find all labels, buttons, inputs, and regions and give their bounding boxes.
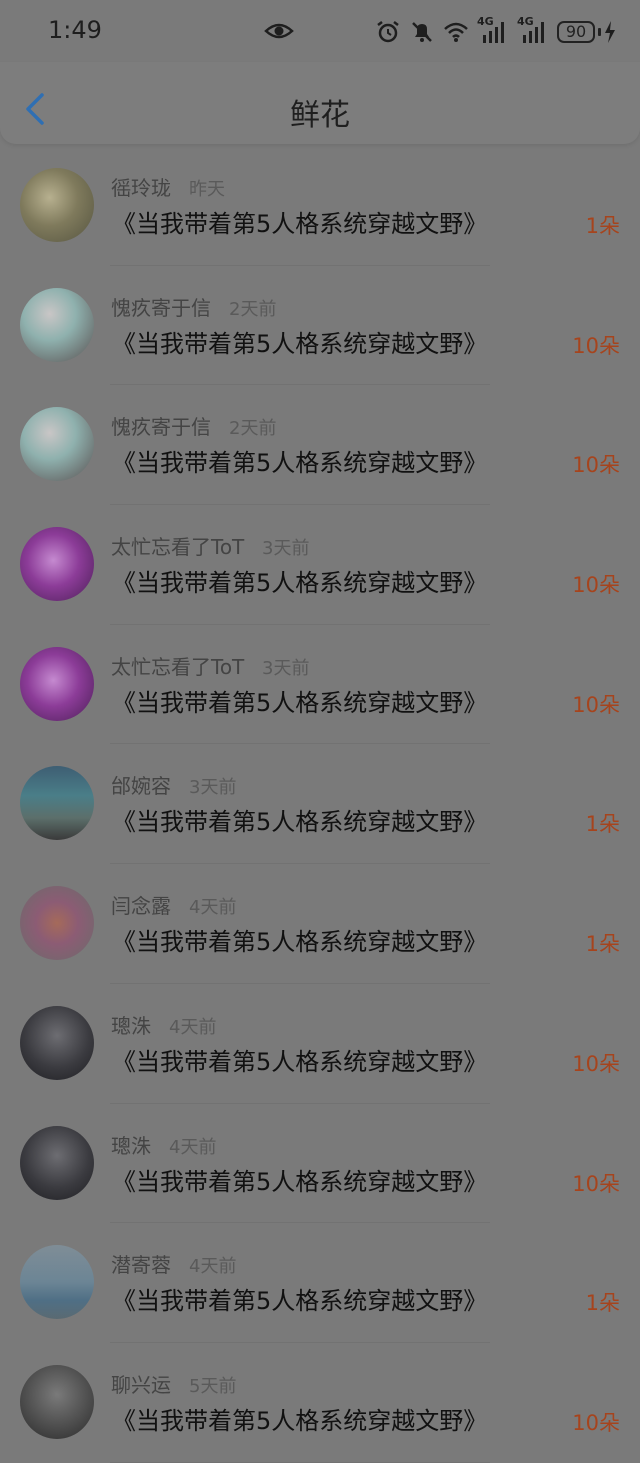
alarm-icon [377, 21, 399, 43]
user-name[interactable]: 邰婉容 [111, 770, 171, 799]
flower-count: 1朵 [585, 812, 620, 837]
list-item[interactable]: 闫念露 4天前 《当我带着第5人格系统穿越文野》 1朵 [0, 864, 640, 984]
avatar[interactable] [20, 287, 94, 362]
avatar[interactable] [20, 766, 94, 841]
flower-count: 10朵 [572, 692, 620, 717]
list-item[interactable]: 愧疚寄于信 2天前 《当我带着第5人格系统穿越文野》 10朵 [0, 266, 640, 386]
flower-count: 1朵 [585, 214, 620, 238]
book-title[interactable]: 《当我带着第5人格系统穿越文野》 [112, 443, 487, 478]
eye-icon [264, 23, 294, 39]
status-icons: 4G 4G 90 [375, 15, 616, 46]
flower-record-list: 徭玲珑 昨天 《当我带着第5人格系统穿越文野》 1朵 愧疚寄于信 2天前 《当我… [0, 146, 640, 1463]
timestamp: 3天前 [262, 657, 310, 679]
timestamp: 3天前 [262, 538, 310, 560]
book-title[interactable]: 《当我带着第5人格系统穿越文野》 [112, 683, 487, 718]
user-name[interactable]: 徭玲珑 [111, 172, 171, 201]
avatar[interactable] [20, 1125, 94, 1200]
user-name[interactable]: 太忙忘看了ToT [111, 531, 244, 560]
book-title[interactable]: 《当我带着第5人格系统穿越文野》 [112, 922, 487, 957]
timestamp: 4天前 [169, 1016, 217, 1038]
timestamp: 2天前 [229, 298, 277, 320]
timestamp: 4天前 [169, 1136, 217, 1158]
battery-tip [598, 28, 601, 36]
list-item[interactable]: 邰婉容 3天前 《当我带着第5人格系统穿越文野》 1朵 [0, 744, 640, 865]
list-item[interactable]: 太忙忘看了ToT 3天前 《当我带着第5人格系统穿越文野》 10朵 [0, 505, 640, 625]
signal-1: 4G [477, 15, 509, 45]
book-title[interactable]: 《当我带着第5人格系统穿越文野》 [112, 324, 487, 359]
list-item[interactable]: 聊兴运 5天前 《当我带着第5人格系统穿越文野》 10朵 [0, 1343, 640, 1463]
timestamp: 4天前 [189, 897, 237, 919]
avatar[interactable] [20, 1245, 94, 1320]
flower-count: 10朵 [572, 1051, 620, 1076]
avatar[interactable] [20, 527, 94, 602]
signal-2: 4G [517, 15, 549, 45]
list-item[interactable]: 璁洙 4天前 《当我带着第5人格系统穿越文野》 10朵 [0, 984, 640, 1104]
user-name[interactable]: 潜寄蓉 [111, 1249, 171, 1278]
wifi-icon [444, 22, 468, 42]
flower-count: 10朵 [572, 1171, 620, 1196]
book-title[interactable]: 《当我带着第5人格系统穿越文野》 [112, 204, 487, 239]
book-title[interactable]: 《当我带着第5人格系统穿越文野》 [112, 802, 487, 837]
mute-bell-icon [412, 22, 432, 42]
list-item[interactable]: 徭玲珑 昨天 《当我带着第5人格系统穿越文野》 1朵 [0, 146, 640, 266]
charging-icon [605, 21, 615, 43]
list-item[interactable]: 太忙忘看了ToT 3天前 《当我带着第5人格系统穿越文野》 10朵 [0, 625, 640, 745]
status-bar: 1:49 4G 4G 90 [0, 0, 640, 62]
avatar[interactable] [20, 168, 94, 242]
book-title[interactable]: 《当我带着第5人格系统穿越文野》 [112, 563, 487, 598]
list-item[interactable]: 潜寄蓉 4天前 《当我带着第5人格系统穿越文野》 1朵 [0, 1223, 640, 1343]
avatar[interactable] [20, 1364, 94, 1439]
timestamp: 3天前 [189, 777, 237, 799]
book-title[interactable]: 《当我带着第5人格系统穿越文野》 [112, 1401, 487, 1436]
battery-indicator: 90 [557, 21, 616, 43]
flower-count: 10朵 [572, 333, 620, 358]
book-title[interactable]: 《当我带着第5人格系统穿越文野》 [112, 1162, 487, 1197]
book-title[interactable]: 《当我带着第5人格系统穿越文野》 [112, 1042, 487, 1077]
signal-bars-icon [483, 22, 504, 43]
user-name[interactable]: 闫念露 [111, 890, 171, 919]
avatar[interactable] [20, 886, 94, 961]
list-item[interactable]: 愧疚寄于信 2天前 《当我带着第5人格系统穿越文野》 10朵 [0, 385, 640, 506]
app-header: 鲜花 [0, 62, 640, 144]
avatar[interactable] [20, 646, 94, 721]
avatar[interactable] [20, 407, 94, 482]
divider [110, 1461, 490, 1463]
user-name[interactable]: 璁洙 [111, 1010, 151, 1039]
flower-count: 1朵 [585, 932, 620, 957]
status-time: 1:49 [48, 16, 102, 44]
timestamp: 5天前 [189, 1375, 237, 1397]
page-title: 鲜花 [290, 98, 350, 133]
list-item[interactable]: 璁洙 4天前 《当我带着第5人格系统穿越文野》 10朵 [0, 1104, 640, 1224]
timestamp: 昨天 [189, 179, 225, 200]
user-name[interactable]: 愧疚寄于信 [111, 411, 211, 440]
flower-count: 10朵 [572, 573, 620, 598]
flower-count: 10朵 [572, 1410, 620, 1435]
signal-bars-icon [523, 22, 544, 43]
timestamp: 4天前 [189, 1256, 237, 1278]
user-name[interactable]: 太忙忘看了ToT [111, 651, 244, 680]
user-name[interactable]: 聊兴运 [111, 1369, 171, 1398]
flower-count: 10朵 [572, 453, 620, 478]
user-name[interactable]: 愧疚寄于信 [111, 292, 211, 321]
avatar[interactable] [20, 1005, 94, 1080]
book-title[interactable]: 《当我带着第5人格系统穿越文野》 [112, 1281, 487, 1316]
battery-level: 90 [557, 21, 595, 43]
flower-count: 1朵 [585, 1291, 620, 1316]
user-name[interactable]: 璁洙 [111, 1130, 151, 1159]
timestamp: 2天前 [229, 418, 277, 440]
